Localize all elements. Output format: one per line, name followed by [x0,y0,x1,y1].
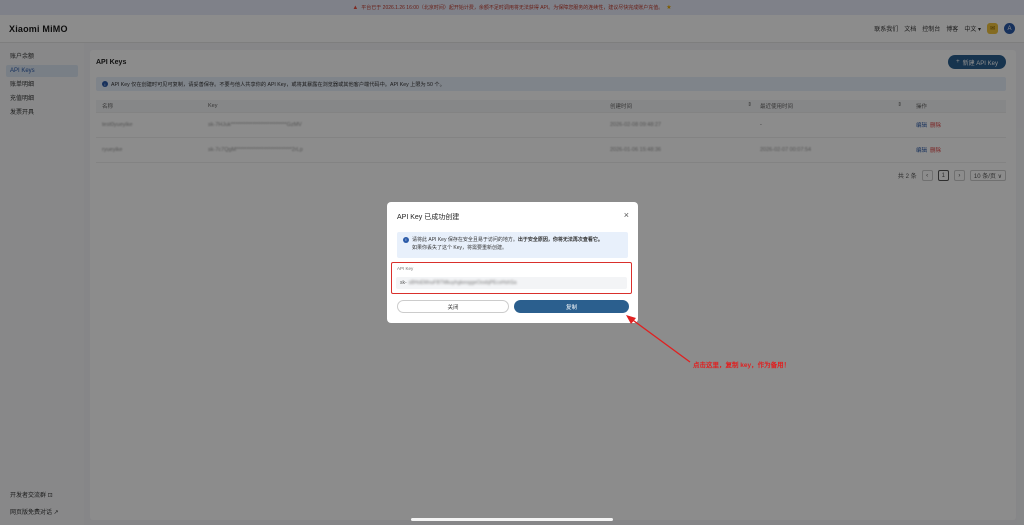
home-indicator [411,518,613,521]
dialog-title: API Key 已成功创建 [397,214,460,221]
api-key-label: API Key [397,266,414,271]
info-line1-b: 出于安全原因，你将无法再次查看它。 [517,237,603,243]
annotation-text: 点击这里，复制 key，作为备用！ [693,362,791,369]
api-key-field-box: API Key sk-s8HoEMnuFBTMkuyhgkeoggeOoxbjP… [391,262,632,294]
api-key-prefix: sk- [400,280,407,286]
close-button[interactable]: 关闭 [397,300,509,313]
copy-button[interactable]: 复制 [514,300,629,313]
dialog-info-line1: 请将此 API Key 保存在安全且易于访问的地方。出于安全原因，你将无法再次查… [412,236,603,244]
dialog-info: i 请将此 API Key 保存在安全且易于访问的地方。出于安全原因，你将无法再… [397,232,628,258]
close-icon[interactable]: × [624,210,629,220]
api-key-value[interactable]: sk-s8HoEMnuFBTMkuyhgkeoggeOoxbjPEcxHshSa [396,277,627,289]
dialog-info-line2: 如果你丢失了这个 Key，将需要重新创建。 [412,245,508,251]
info-icon: i [403,237,409,243]
api-key-masked: s8HoEMnuFBTMkuyhgkeoggeOoxbjPEcxHshSa [408,280,517,286]
info-line1-a: 请将此 API Key 保存在安全且易于访问的地方。 [412,237,518,243]
